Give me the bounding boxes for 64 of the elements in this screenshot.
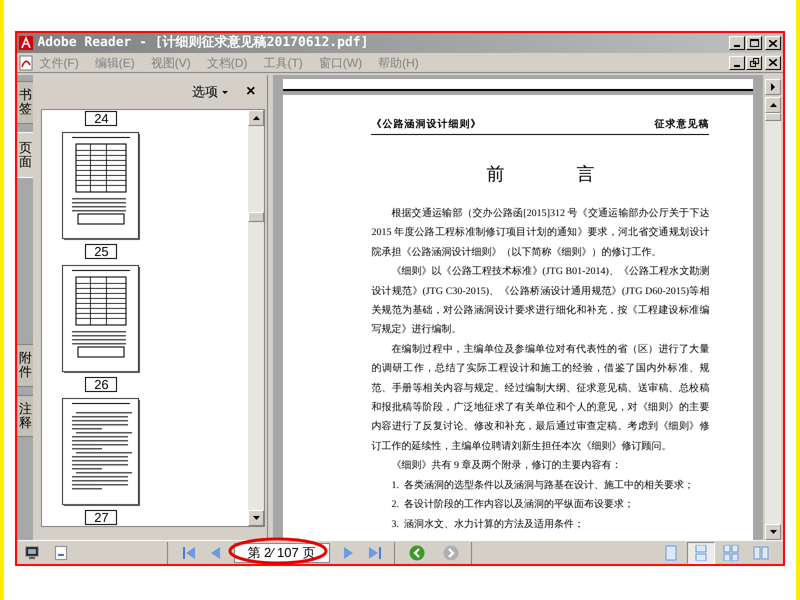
page-heading: 前 言 bbox=[486, 164, 594, 184]
right-arrow-icon bbox=[771, 83, 776, 91]
maximize-button[interactable] bbox=[746, 36, 762, 50]
side-tab[interactable]: 书签 bbox=[17, 81, 34, 124]
single-page-icon bbox=[663, 544, 680, 560]
page-number-label: 26 bbox=[85, 377, 118, 392]
side-tab[interactable]: 注释 bbox=[17, 394, 34, 438]
scrollbar[interactable] bbox=[765, 97, 782, 540]
up-arrow-icon bbox=[252, 116, 260, 120]
restore-button[interactable] bbox=[746, 56, 762, 70]
body-paragraph: 《细则》以《公路工程技术标准》(JTG B01-2014)、《公路工程水文勘测设计规范》(JTG C30-2015)、《公路桥涵设计通用规范》(JTG D60-2015)等相关规范为基础，对公路涵洞设计要求进行细化和补充，按《工程建设标准编写规定》进行编制。 bbox=[371, 264, 710, 338]
caret-icon bbox=[222, 90, 228, 94]
page-header-title: 《公路涵洞设计细则》 bbox=[371, 118, 482, 132]
minimize-button[interactable] bbox=[729, 36, 746, 50]
close-button[interactable] bbox=[765, 36, 782, 50]
list-number: 2. bbox=[391, 498, 399, 512]
window-icon[interactable] bbox=[55, 546, 68, 560]
page-thumbnail-drawing[interactable] bbox=[62, 398, 140, 506]
options-menu-button[interactable]: 选项 bbox=[192, 82, 228, 102]
page-number-label: 25 bbox=[85, 244, 118, 259]
grid-pages-icon bbox=[723, 544, 740, 560]
list-item-text: 各类涵洞的选型条件以及涵洞与路基在设计、施工中的相关要求； bbox=[404, 478, 694, 493]
page-header-status: 征求意见稿 bbox=[654, 118, 710, 132]
page-thumbnail-drawing[interactable] bbox=[62, 132, 140, 240]
scroll-thumb[interactable] bbox=[765, 113, 782, 121]
scroll-up-button[interactable] bbox=[765, 97, 782, 113]
expand-button[interactable] bbox=[765, 79, 782, 95]
minimize-icon bbox=[734, 64, 740, 66]
first-page-icon[interactable] bbox=[182, 546, 196, 560]
list-item-text: 涵洞水文、水力计算的方法及适用条件； bbox=[404, 518, 584, 532]
list-number: 3. bbox=[391, 518, 399, 532]
scroll-up-button[interactable] bbox=[248, 110, 264, 126]
close-icon bbox=[769, 59, 778, 66]
close-button[interactable] bbox=[765, 56, 782, 70]
body-paragraph: 根据交通运输部（交办公路函[2015]312 号《交通运输部办公厅关于下达 2015 年度公路工程标准制修订项目计划的通知》要求，河北省交通规划设计院承担《公路涵洞设计细则》（以下简称《细则》）的修订工作。 bbox=[371, 206, 710, 260]
close-panel-button[interactable]: × bbox=[246, 84, 256, 100]
maximize-icon bbox=[750, 39, 759, 47]
monitor-icon[interactable] bbox=[25, 546, 40, 560]
scroll-down-button[interactable] bbox=[765, 524, 782, 540]
up-arrow-icon bbox=[770, 103, 777, 107]
side-tab[interactable]: 附件 bbox=[17, 344, 34, 387]
list-number: 1. bbox=[391, 478, 399, 493]
last-page-icon[interactable] bbox=[368, 546, 382, 560]
facing-pages-icon bbox=[753, 544, 770, 560]
minimize-button[interactable] bbox=[729, 56, 746, 70]
page-number-label: 27 bbox=[85, 510, 118, 525]
page-thumbnail-drawing[interactable] bbox=[62, 265, 140, 373]
acrobat-logo-icon bbox=[19, 36, 34, 50]
down-arrow-icon bbox=[252, 516, 260, 520]
minimize-icon bbox=[734, 45, 740, 47]
scrollbar[interactable] bbox=[248, 110, 264, 526]
page-number-label: 24 bbox=[85, 111, 118, 126]
close-icon bbox=[769, 40, 778, 46]
continuous-page-view-button[interactable] bbox=[687, 542, 716, 564]
scroll-down-button[interactable] bbox=[248, 510, 264, 526]
body-paragraph: 《细则》共有 9 章及两个附录，修订的主要内容有： bbox=[390, 458, 622, 474]
restore-icon bbox=[750, 58, 759, 67]
continuous-page-icon bbox=[693, 544, 710, 560]
window-title: Adobe Reader - [计细则征求意见稿20170612.pdf] bbox=[37, 34, 368, 52]
down-arrow-icon bbox=[770, 530, 777, 534]
list-item-text: 各设计阶段的工作内容以及涵洞的平纵面布设要求； bbox=[404, 498, 634, 512]
scroll-thumb[interactable] bbox=[248, 212, 264, 222]
side-tab[interactable]: 页面 bbox=[17, 132, 34, 178]
body-paragraph: 在编制过程中，主编单位及参编单位对有代表性的省（区）进行了大量的调研工作，总结了实际工程设计和施工的经验，借鉴了国内外标准、规范、手册等相关内容与规定。经过编制大纲、征求意见稿、送审稿、总校稿和报批稿等阶段，广泛地征求了有关单位和个人的意见，对《细则》的主要内容进行了反复讨论、修改和补充，最后通过审查定稿。考虑到《细则》修订工作的延续性，主编单位聘请刘新生担任本次《细则》修订顾问。 bbox=[371, 342, 710, 454]
